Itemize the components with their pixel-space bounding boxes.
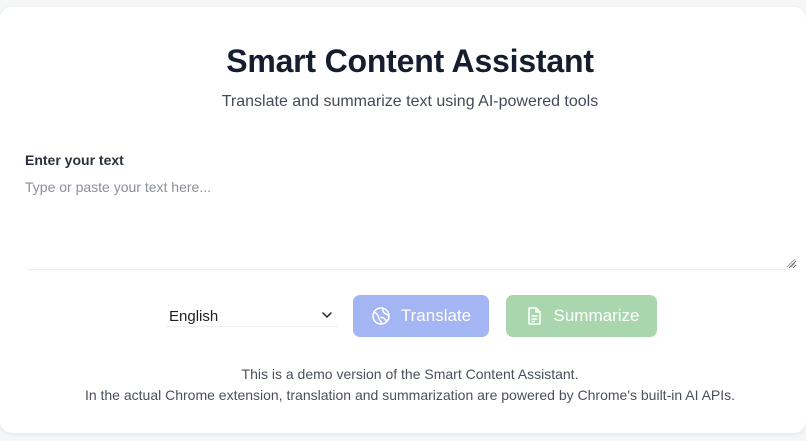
text-input-label: Enter your text: [25, 152, 124, 168]
resize-handle-icon[interactable]: [786, 258, 796, 268]
page-subtitle: Translate and summarize text using AI-po…: [221, 93, 599, 110]
text-input[interactable]: [25, 179, 797, 270]
summarize-button[interactable]: Summarize: [506, 295, 657, 337]
globe-icon: [371, 306, 391, 326]
summarize-button-label: Summarize: [553, 306, 640, 325]
demo-note: This is a demo version of the Smart Cont…: [241, 366, 579, 382]
page-title: Smart Content Assistant: [226, 43, 594, 79]
translate-button[interactable]: Translate: [353, 295, 489, 337]
language-select-value: English: [169, 308, 219, 325]
translate-button-label: Translate: [400, 306, 472, 325]
extension-note: In the actual Chrome extension, translat…: [84, 387, 736, 403]
document-icon: [524, 306, 544, 326]
chevron-down-icon: [322, 312, 332, 318]
main-card: Smart Content Assistant Translate and su…: [0, 7, 806, 433]
language-select[interactable]: English: [166, 305, 338, 327]
